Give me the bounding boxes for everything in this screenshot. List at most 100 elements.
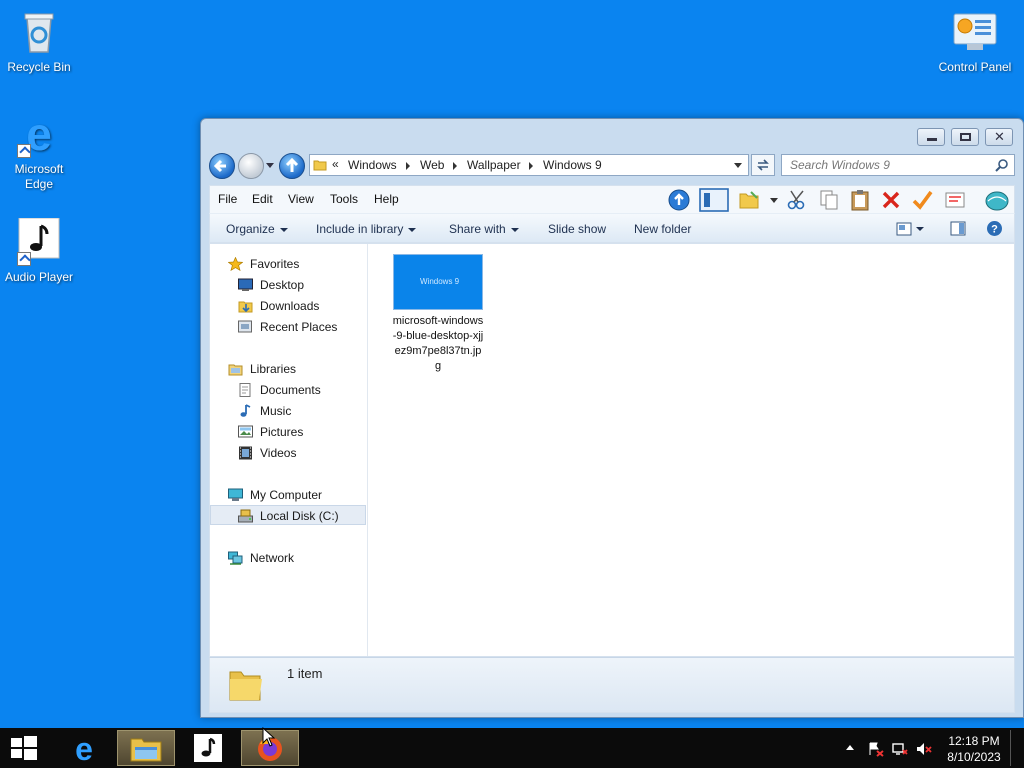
maximize-icon — [960, 133, 971, 141]
tree-item-recent-places[interactable]: Recent Places — [210, 317, 366, 337]
breadcrumb-windows-9[interactable]: Windows 9 — [543, 158, 602, 172]
desktop-icon-label: Audio Player — [4, 270, 74, 284]
desktop-icon-microsoft-edge[interactable]: e Microsoft Edge — [0, 108, 78, 192]
help-icon[interactable]: ? — [986, 220, 1003, 237]
tree-item-videos[interactable]: Videos — [210, 443, 366, 463]
close-button[interactable]: ✕ — [985, 128, 1013, 146]
taskbar-audio-player[interactable] — [192, 730, 224, 766]
tree-item-label: Downloads — [260, 299, 320, 313]
item-count: 1 item — [287, 666, 323, 681]
layout-pane-icon[interactable] — [699, 188, 729, 212]
file-item[interactable]: Windows 9 microsoft-windows-9-blue-deskt… — [390, 254, 486, 374]
tree-item-libraries[interactable]: Libraries — [210, 359, 366, 379]
organize-button[interactable]: Organize — [226, 222, 288, 236]
close-icon: ✕ — [994, 129, 1005, 144]
tree-item-label: Libraries — [250, 362, 297, 376]
show-desktop-button[interactable] — [1010, 730, 1022, 766]
tree-item-label: My Computer — [250, 488, 323, 502]
view-options-dropdown-icon[interactable] — [916, 227, 924, 231]
up-button[interactable] — [279, 153, 305, 179]
volume-muted-icon[interactable] — [916, 741, 932, 757]
control-panel-icon — [951, 8, 999, 56]
thumbnail-text: Windows 9 — [420, 277, 460, 286]
documents-icon — [239, 383, 251, 397]
tree-item-local-disk[interactable]: Local Disk (C:) — [210, 505, 366, 525]
tree-item-downloads[interactable]: Downloads — [210, 296, 366, 316]
taskbar-file-explorer[interactable] — [117, 730, 175, 766]
properties-icon[interactable] — [944, 189, 966, 211]
network-icon — [228, 551, 243, 565]
tree-item-network[interactable]: Network — [210, 548, 366, 568]
tree-item-label: Local Disk (C:) — [260, 509, 339, 523]
preview-pane-icon[interactable] — [950, 221, 966, 236]
downloads-icon — [238, 301, 253, 313]
breadcrumb-arrow-icon[interactable] — [529, 162, 533, 170]
maximize-button[interactable] — [951, 128, 979, 146]
folder-options-icon[interactable] — [738, 189, 760, 211]
tree-item-label: Music — [260, 404, 292, 418]
back-arrow-icon — [213, 159, 226, 173]
paste-icon[interactable] — [849, 189, 871, 211]
breadcrumb-wallpaper[interactable]: Wallpaper — [467, 158, 521, 172]
minimize-button[interactable] — [917, 128, 945, 146]
tree-item-music[interactable]: Music — [210, 401, 366, 421]
tree-item-label: Videos — [260, 446, 297, 460]
refresh-button[interactable] — [751, 154, 775, 176]
search-input[interactable]: Search Windows 9 — [781, 154, 1015, 176]
back-button[interactable] — [209, 153, 235, 179]
navigation-bar: « Windows Web Wallpaper Windows 9 Search… — [209, 151, 1015, 181]
edge-icon: e — [75, 731, 93, 767]
breadcrumb-windows[interactable]: Windows — [348, 158, 397, 172]
breadcrumb-overflow[interactable]: « — [332, 157, 339, 171]
checkmark-icon[interactable] — [911, 189, 933, 211]
breadcrumb-arrow-icon[interactable] — [406, 162, 410, 170]
menu-edit[interactable]: Edit — [252, 192, 273, 206]
address-dropdown-icon[interactable] — [734, 163, 742, 168]
breadcrumb-arrow-icon[interactable] — [453, 162, 457, 170]
desktop-icon-audio-player[interactable]: Audio Player — [0, 217, 78, 285]
tree-item-pictures[interactable]: Pictures — [210, 422, 366, 442]
desktop-icon-control-panel[interactable]: Control Panel — [936, 8, 1014, 75]
folder-options-dropdown-icon[interactable] — [770, 198, 778, 203]
change-view-icon[interactable] — [896, 222, 912, 236]
new-folder-button[interactable]: New folder — [634, 222, 691, 236]
start-button[interactable] — [6, 730, 42, 766]
tree-item-label: Documents — [260, 383, 321, 397]
slide-show-button[interactable]: Slide show — [548, 222, 606, 236]
cut-icon[interactable] — [786, 189, 808, 211]
menu-file[interactable]: File — [218, 192, 237, 206]
forward-button[interactable] — [238, 153, 264, 179]
taskbar-edge[interactable]: e — [64, 730, 104, 767]
show-hidden-icons-button[interactable] — [846, 745, 854, 750]
action-center-icon[interactable] — [868, 741, 884, 757]
search-icon[interactable] — [995, 158, 1009, 172]
copy-icon[interactable] — [818, 189, 840, 211]
desktop-icon-label: Microsoft Edge — [14, 162, 64, 191]
delete-icon[interactable] — [880, 189, 902, 211]
desktop-icon-label: Recycle Bin — [7, 60, 71, 74]
chevron-down-icon — [279, 227, 288, 232]
up-folder-icon[interactable] — [668, 189, 690, 211]
network-status-icon[interactable] — [892, 741, 908, 757]
address-bar[interactable]: « Windows Web Wallpaper Windows 9 — [309, 154, 749, 176]
tree-item-favorites[interactable]: Favorites — [210, 254, 366, 274]
include-in-library-button[interactable]: Include in library — [316, 222, 417, 236]
clock[interactable]: 12:18 PM 8/10/2023 — [946, 733, 1002, 765]
chevron-down-icon — [408, 227, 417, 232]
up-arrow-icon — [285, 157, 299, 172]
title-bar[interactable]: ✕ — [201, 119, 1023, 151]
breadcrumb-web[interactable]: Web — [420, 158, 444, 172]
share-with-label: Share with — [449, 222, 506, 236]
tree-item-desktop[interactable]: Desktop — [210, 275, 366, 295]
tree-item-documents[interactable]: Documents — [210, 380, 366, 400]
globe-icon[interactable] — [984, 188, 1010, 212]
shortcut-arrow-icon — [17, 144, 31, 158]
menu-help[interactable]: Help — [374, 192, 399, 206]
desktop-icon-recycle-bin[interactable]: Recycle Bin — [0, 8, 78, 75]
music-icon — [240, 404, 251, 417]
tree-item-my-computer[interactable]: My Computer — [210, 485, 366, 505]
share-with-button[interactable]: Share with — [449, 222, 519, 236]
menu-view[interactable]: View — [288, 192, 314, 206]
menu-tools[interactable]: Tools — [330, 192, 358, 206]
recent-pages-dropdown[interactable] — [266, 163, 274, 168]
